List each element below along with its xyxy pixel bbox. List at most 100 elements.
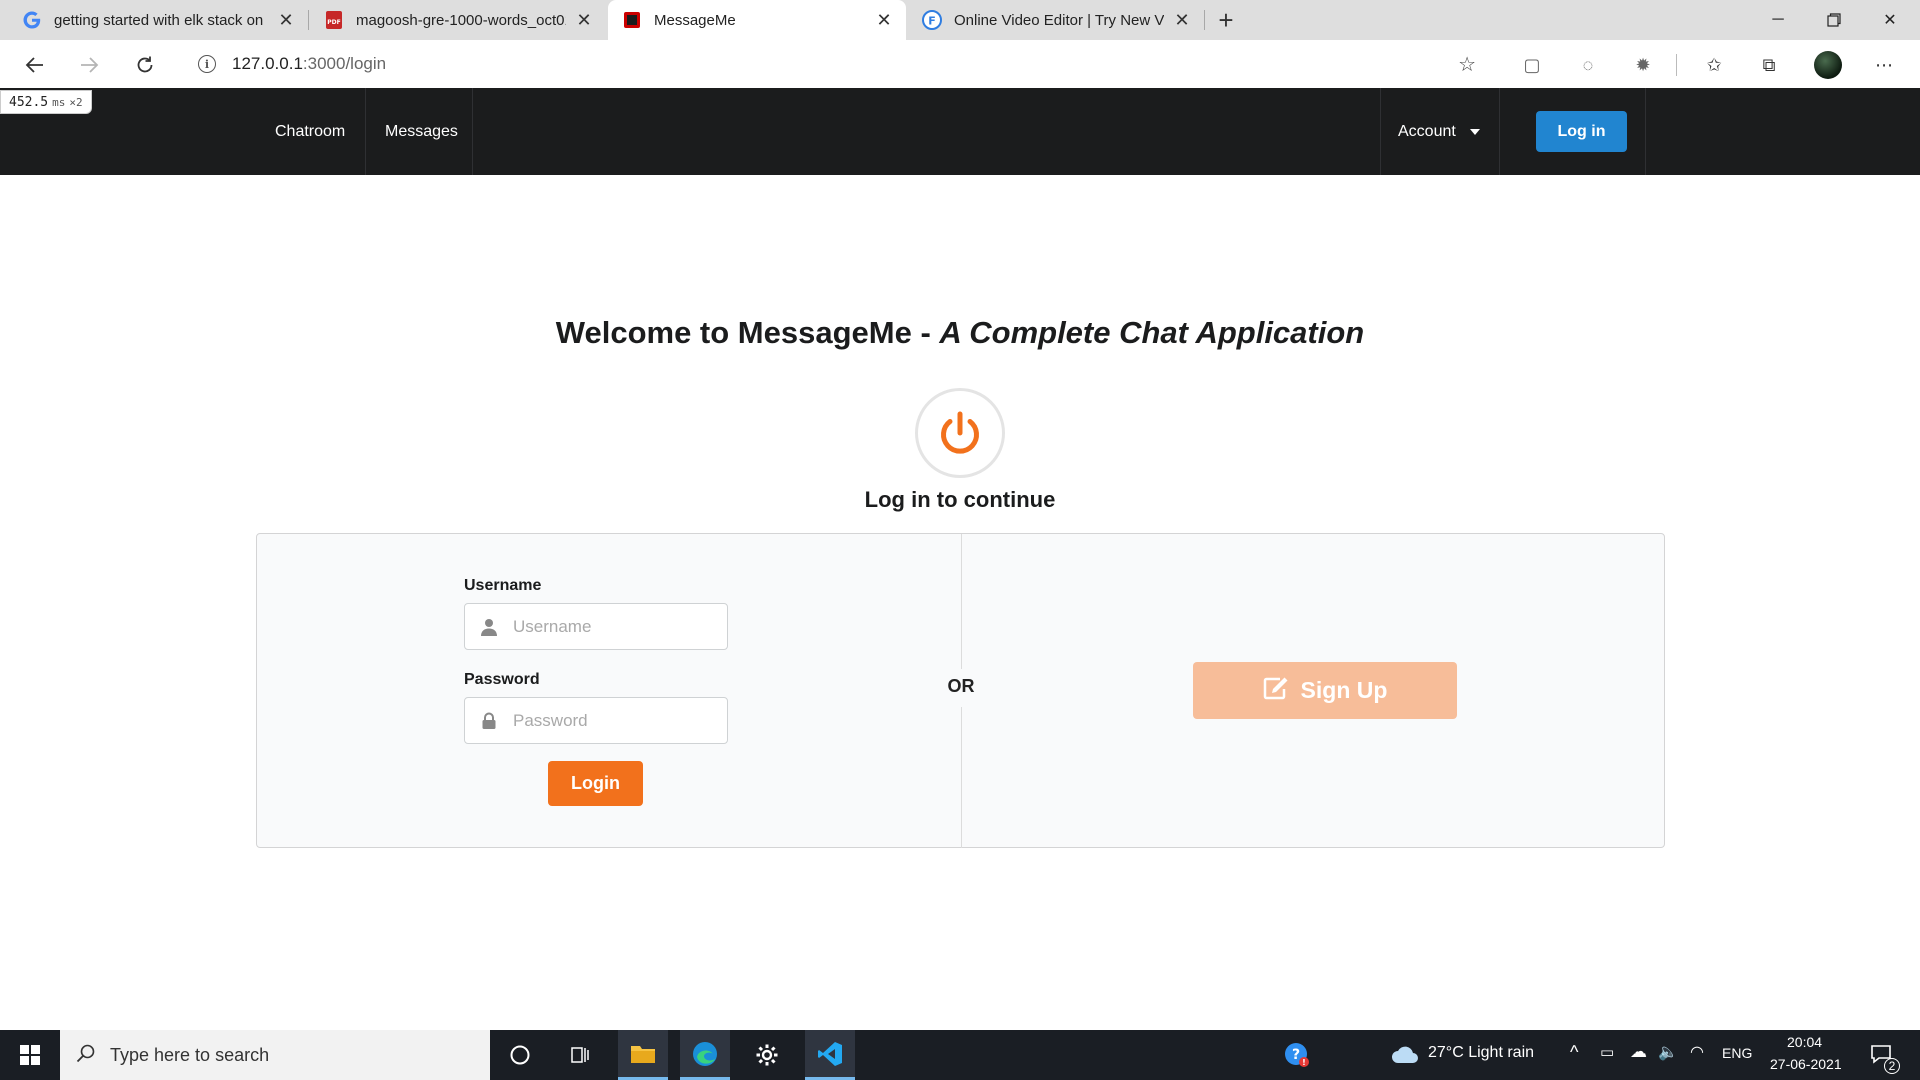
- password-input[interactable]: [513, 710, 703, 731]
- power-icon: [915, 388, 1005, 478]
- window-close-icon[interactable]: ✕: [1862, 0, 1918, 40]
- toolbar-divider: [1676, 54, 1677, 76]
- new-tab-icon[interactable]: +: [1210, 4, 1242, 36]
- nav-account-dropdown[interactable]: Account: [1380, 88, 1498, 175]
- google-icon: [22, 10, 42, 30]
- page-title: Welcome to MessageMe - A Complete Chat A…: [0, 315, 1920, 351]
- perf-value: 452.5: [9, 94, 49, 110]
- close-icon[interactable]: ✕: [276, 10, 296, 30]
- restore-icon[interactable]: [1806, 0, 1862, 40]
- svg-text:F: F: [928, 15, 936, 28]
- minimize-icon[interactable]: ─: [1750, 0, 1806, 40]
- notification-count: 2: [1884, 1058, 1900, 1074]
- battery-icon[interactable]: ▭: [1600, 1043, 1614, 1061]
- refresh-icon[interactable]: [128, 48, 162, 82]
- profile-avatar[interactable]: [1814, 51, 1842, 79]
- search-icon: [76, 1043, 96, 1068]
- close-icon[interactable]: ✕: [574, 10, 594, 30]
- username-field[interactable]: [464, 603, 728, 650]
- weather-cloud-icon[interactable]: [1380, 1030, 1430, 1080]
- edge-browser-icon[interactable]: [680, 1030, 730, 1080]
- extension-icon[interactable]: ▢: [1521, 54, 1543, 76]
- bug-extension-icon[interactable]: ✹: [1632, 54, 1654, 76]
- settings-gear-icon[interactable]: [742, 1030, 792, 1080]
- task-view-icon[interactable]: [555, 1030, 605, 1080]
- tab-messageme[interactable]: MessageMe ✕: [608, 0, 906, 40]
- nav-messages[interactable]: Messages: [367, 88, 476, 175]
- nav-divider: [1499, 88, 1500, 175]
- render-timing-badge: 452.5 ms ×2: [0, 90, 92, 114]
- search-placeholder: Type here to search: [110, 1044, 270, 1065]
- more-menu-icon[interactable]: ⋯: [1873, 54, 1895, 76]
- password-field[interactable]: [464, 697, 728, 744]
- cortana-icon[interactable]: [495, 1030, 545, 1080]
- caret-down-icon: [1469, 128, 1480, 135]
- back-icon[interactable]: [18, 48, 52, 82]
- forward-icon[interactable]: [72, 48, 106, 82]
- tab-title: magoosh-gre-1000-words_oct01: [356, 11, 566, 29]
- username-label: Username: [464, 577, 542, 594]
- vscode-icon[interactable]: [805, 1030, 855, 1080]
- signup-label: Sign Up: [1300, 677, 1388, 703]
- password-label: Password: [464, 671, 540, 688]
- nav-divider: [472, 88, 473, 175]
- address-bar[interactable]: i 127.0.0.1:3000/login ☆: [180, 45, 1490, 83]
- signup-button[interactable]: Sign Up: [1193, 662, 1457, 719]
- site-info-icon[interactable]: i: [198, 55, 216, 73]
- nav-divider: [1645, 88, 1646, 175]
- account-label: Account: [1398, 122, 1456, 140]
- favorites-icon[interactable]: ✩: [1703, 54, 1725, 76]
- add-favorite-icon[interactable]: ☆: [1458, 52, 1476, 77]
- taskbar-search-box[interactable]: Type here to search: [60, 1030, 490, 1080]
- vertical-divider: [961, 534, 962, 669]
- browser-tab-strip: getting started with elk stack on ✕ PDF …: [0, 0, 1920, 40]
- nav-login-button[interactable]: Log in: [1536, 111, 1627, 152]
- windows-start-icon[interactable]: [5, 1030, 55, 1080]
- close-icon[interactable]: ✕: [874, 10, 894, 30]
- url-path: :3000/login: [302, 54, 387, 73]
- language-indicator[interactable]: ENG: [1722, 1045, 1752, 1061]
- onedrive-cloud-icon[interactable]: ☁: [1630, 1042, 1647, 1062]
- perf-multiplier: ×2: [69, 95, 83, 109]
- url-host: 127.0.0.1: [232, 54, 303, 73]
- username-input[interactable]: [513, 616, 703, 637]
- headline-text: Welcome to MessageMe -: [555, 315, 940, 350]
- collections-icon[interactable]: ⧉: [1758, 54, 1780, 76]
- tab-video-editor[interactable]: F Online Video Editor | Try New Vi ✕: [908, 0, 1204, 40]
- nav-chatroom[interactable]: Chatroom: [257, 88, 363, 175]
- show-hidden-icons-chevron-icon[interactable]: ^: [1570, 1042, 1578, 1063]
- svg-text:!: !: [1302, 1058, 1306, 1067]
- wifi-icon[interactable]: ◠: [1690, 1042, 1704, 1062]
- headline-emphasis: A Complete Chat Application: [939, 315, 1365, 350]
- help-icon[interactable]: ?!: [1272, 1030, 1322, 1080]
- windows-taskbar: Type here to search ?! 27°C Light rain ^…: [0, 1030, 1920, 1080]
- nav-divider: [365, 88, 366, 175]
- extension-icon[interactable]: ◌: [1577, 54, 1599, 76]
- user-icon: [479, 617, 499, 637]
- or-divider-label: OR: [947, 676, 975, 696]
- perf-unit: ms: [52, 95, 66, 109]
- edit-icon: [1263, 676, 1289, 706]
- file-explorer-icon[interactable]: [618, 1030, 668, 1080]
- login-panel: Username Password Login OR Sign Up: [256, 533, 1665, 848]
- login-button[interactable]: Login: [548, 761, 643, 806]
- clock-time[interactable]: 20:04: [1787, 1034, 1822, 1050]
- tab-pdf[interactable]: PDF magoosh-gre-1000-words_oct01 ✕: [310, 0, 606, 40]
- tab-google-search[interactable]: getting started with elk stack on ✕: [8, 0, 308, 40]
- tab-title: getting started with elk stack on: [54, 11, 264, 29]
- browser-toolbar: i 127.0.0.1:3000/login ☆ ▢ ◌ ✹ ✩ ⧉ ⋯: [0, 40, 1920, 88]
- close-icon[interactable]: ✕: [1172, 10, 1192, 30]
- login-subheading: Log in to continue: [864, 487, 1056, 512]
- pdf-icon: PDF: [324, 10, 344, 30]
- lock-icon: [479, 711, 499, 731]
- weather-status[interactable]: 27°C Light rain: [1428, 1044, 1534, 1062]
- flixier-icon: F: [922, 10, 942, 30]
- volume-icon[interactable]: 🔈: [1658, 1042, 1678, 1062]
- svg-text:PDF: PDF: [327, 19, 340, 26]
- tab-title: MessageMe: [654, 11, 736, 29]
- tab-separator: [308, 10, 309, 30]
- clock-date[interactable]: 27-06-2021: [1770, 1056, 1842, 1072]
- notification-center-icon[interactable]: 2: [1858, 1030, 1908, 1080]
- app-navbar: Chatroom Messages Account Log in: [0, 88, 1920, 175]
- tab-separator: [1204, 10, 1205, 30]
